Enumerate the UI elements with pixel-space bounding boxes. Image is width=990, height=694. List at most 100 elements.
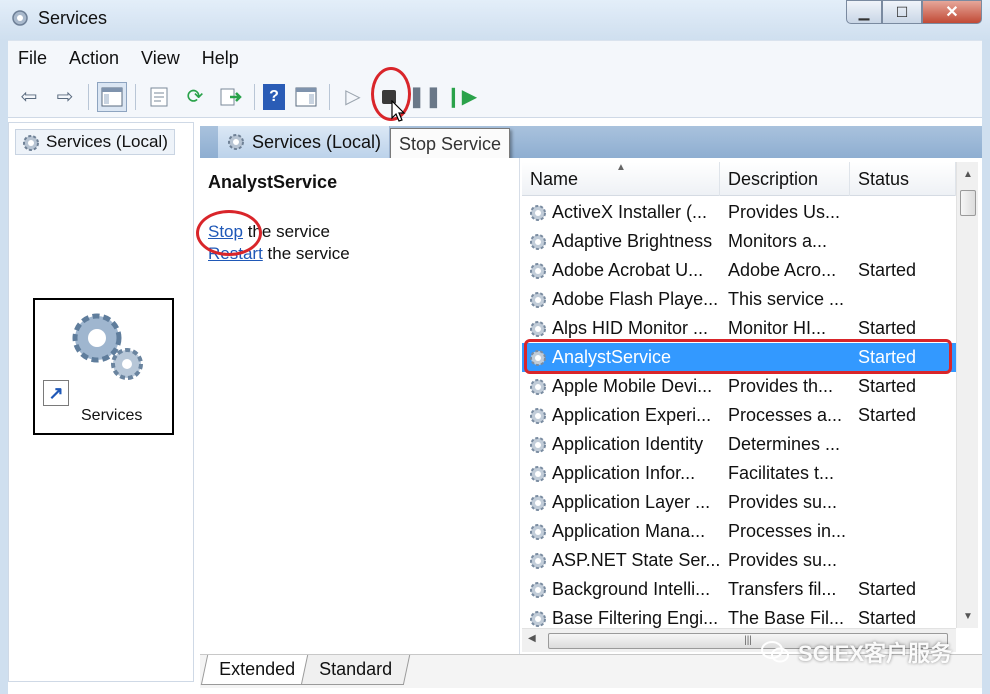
service-name: ActiveX Installer (... [552, 202, 708, 222]
tab-standard[interactable]: Standard [300, 655, 411, 685]
column-header-name[interactable]: ▲ Name [522, 162, 720, 196]
service-description-cell: This service ... [728, 289, 845, 309]
column-header-description[interactable]: Description [720, 162, 850, 196]
window-frame-right [982, 40, 990, 694]
refresh-button[interactable]: ⟳ [180, 82, 210, 112]
table-row[interactable]: Application Infor... Facilitates t... [522, 459, 956, 488]
scroll-down-icon[interactable]: ▼ [957, 606, 979, 626]
show-hide-console-tree-button[interactable] [97, 81, 127, 112]
table-row[interactable]: Apple Mobile Devi... Provides th... Starte… [522, 372, 956, 401]
wechat-icon [761, 641, 789, 663]
resume-service-icon: ❙▶ [444, 86, 478, 108]
column-header-status[interactable]: Status [850, 162, 956, 196]
service-status-cell: Started [858, 579, 917, 599]
service-name: Alps HID Monitor ... [552, 318, 709, 338]
table-row[interactable]: Application Experi... Processes a... Start… [522, 401, 956, 430]
service-description-cell: Determines ... [728, 434, 841, 454]
title-bar[interactable]: Services ▁ ☐ ✕ [0, 0, 990, 40]
start-service-button[interactable]: ▷ [338, 82, 368, 112]
details-header-title: Services (Local) [218, 126, 391, 158]
refresh-icon: ⟳ [186, 86, 204, 108]
service-name-cell: Adaptive Brightness [522, 231, 720, 252]
tree-node-services-local[interactable]: Services (Local) [15, 129, 175, 155]
vertical-scroll-thumb[interactable] [960, 190, 976, 216]
service-gear-icon [530, 320, 546, 337]
service-gear-icon [530, 262, 546, 279]
table-row[interactable]: ASP.NET State Ser... Provides su... [522, 546, 956, 575]
toolbar-separator [135, 83, 136, 110]
service-gear-icon [530, 465, 546, 482]
service-name-cell: Application Mana... [522, 521, 720, 542]
properties-button[interactable] [144, 82, 174, 112]
services-list: ▲ Name Description Status ActiveX Install… [522, 162, 980, 628]
service-name-cell: Background Intelli... [522, 579, 720, 600]
table-row[interactable]: Adobe Flash Playe... This service ... [522, 285, 956, 314]
table-row[interactable]: Background Intelli... Transfers fil... Sta… [522, 575, 956, 604]
tree-node-label: Services (Local) [46, 132, 168, 151]
service-name-cell: Apple Mobile Devi... [522, 376, 720, 397]
mouse-cursor-icon [391, 100, 406, 122]
table-row[interactable]: Application Layer ... Provides su... [522, 488, 956, 517]
service-description-cell: Transfers fil... [728, 579, 837, 599]
minimize-button[interactable]: ▁ [846, 0, 882, 24]
toolbar-separator [88, 83, 89, 110]
service-description-cell: Provides th... [728, 376, 834, 396]
service-status-cell: Started [858, 376, 917, 396]
service-name-cell: Application Experi... [522, 405, 720, 426]
shortcut-label: Services [81, 407, 143, 424]
service-name-cell: Application Infor... [522, 463, 720, 484]
services-rows: ActiveX Installer (... Provides Us... Adap… [522, 198, 956, 628]
menu-file[interactable]: File [18, 48, 47, 69]
window-title: Services [38, 8, 108, 28]
menu-view[interactable]: View [141, 48, 180, 69]
service-name-cell: ActiveX Installer (... [522, 202, 720, 223]
service-status-cell: Started [858, 260, 917, 280]
export-list-button[interactable] [216, 82, 246, 112]
tab-extended[interactable]: Extended [200, 655, 314, 685]
service-status-cell: Started [858, 405, 917, 425]
table-row[interactable]: Application Mana... Processes in... [522, 517, 956, 546]
pause-service-button[interactable]: ❚❚ [408, 82, 442, 112]
close-button[interactable]: ✕ [922, 0, 982, 24]
service-gear-icon [530, 436, 546, 453]
console-tree-icon [101, 87, 123, 106]
show-action-pane-button[interactable] [291, 82, 321, 112]
menu-bar: File Action View Help [8, 40, 982, 76]
selected-service-title: AnalystService [208, 172, 338, 192]
services-app-icon [12, 10, 28, 26]
forward-button[interactable]: ⇨ [50, 82, 80, 112]
window-controls: ▁ ☐ ✕ [846, 0, 982, 26]
scroll-left-icon[interactable]: ◀ [528, 633, 536, 644]
service-description-cell: Provides Us... [728, 202, 841, 222]
scroll-up-icon[interactable]: ▲ [957, 164, 979, 184]
resume-service-button[interactable]: ❙▶ [444, 82, 478, 112]
help-button[interactable]: ? [263, 83, 285, 110]
service-description-cell: Processes a... [728, 405, 843, 425]
details-header-label: Services (Local) [252, 131, 382, 152]
menu-action[interactable]: Action [69, 48, 119, 69]
table-row[interactable]: Adaptive Brightness Monitors a... [522, 227, 956, 256]
table-row[interactable]: ActiveX Installer (... Provides Us... [522, 198, 956, 227]
service-name: Adobe Acrobat U... [552, 260, 704, 280]
table-row[interactable]: Application Identity Determines ... [522, 430, 956, 459]
back-arrow-icon: ⇦ [20, 86, 38, 108]
back-button[interactable]: ⇦ [14, 82, 44, 112]
vertical-scrollbar[interactable]: ▲ ▼ [956, 162, 978, 628]
table-row[interactable]: Base Filtering Engi... The Base Fil... Sta… [522, 604, 956, 628]
service-description-cell: Provides su... [728, 492, 838, 512]
service-description-cell: Facilitates t... [728, 463, 835, 483]
maximize-button[interactable]: ☐ [882, 0, 922, 24]
services-shortcut[interactable]: ↗ Services [33, 298, 174, 435]
service-gear-icon [530, 610, 546, 627]
table-row[interactable]: Adobe Acrobat U... Adobe Acro... Started [522, 256, 956, 285]
gear-icon [23, 135, 39, 151]
toolbar-separator [329, 83, 330, 110]
details-header: Services (Local) [200, 126, 982, 158]
service-name-cell: Adobe Flash Playe... [522, 289, 720, 310]
service-description-cell: The Base Fil... [728, 608, 845, 628]
service-status-cell: Started [858, 318, 917, 338]
service-description-cell: Monitor HI... [728, 318, 827, 338]
service-name: Background Intelli... [552, 579, 711, 599]
menu-help[interactable]: Help [202, 48, 239, 69]
sort-ascending-icon: ▲ [616, 162, 626, 173]
